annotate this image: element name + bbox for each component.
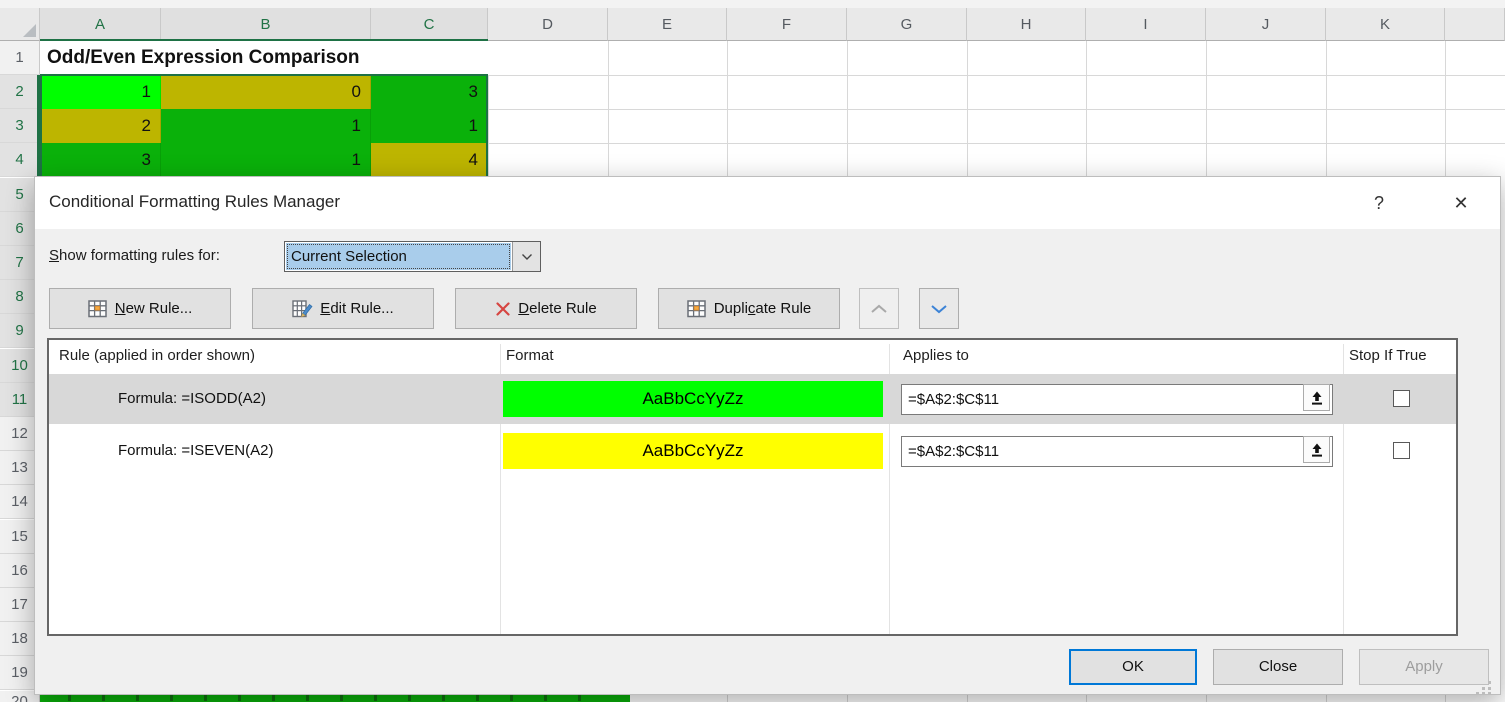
edit-rule-pencil-icon	[292, 300, 313, 318]
gridline	[727, 695, 728, 702]
ok-button[interactable]: OK	[1069, 649, 1197, 685]
resize-grip-dots-icon	[1475, 680, 1493, 695]
column-header-g[interactable]: G	[847, 8, 967, 41]
gridline	[847, 41, 848, 176]
row-header-4[interactable]: 4	[0, 143, 40, 177]
cell-a1-title[interactable]: Odd/Even Expression Comparison	[40, 41, 600, 75]
apply-button[interactable]: Apply	[1359, 649, 1489, 685]
column-header-f[interactable]: F	[727, 8, 847, 41]
rule-row-iseven[interactable]: Formula: =ISEVEN(A2) AaBbCcYyZz	[49, 426, 1456, 476]
new-rule-label: New Rule...	[115, 300, 193, 317]
applies-to-input[interactable]	[901, 384, 1333, 415]
dialog-title: Conditional Formatting Rules Manager	[49, 192, 340, 212]
gridline	[727, 41, 728, 176]
row-header-3[interactable]: 3	[0, 109, 40, 143]
collapse-dialog-arrow-icon	[1309, 390, 1325, 406]
column-header-applies-to: Applies to	[903, 340, 969, 372]
conditional-formatting-rules-manager-dialog: Conditional Formatting Rules Manager ? ✕…	[34, 176, 1501, 695]
gridline	[1445, 695, 1446, 702]
column-header-j[interactable]: J	[1206, 8, 1326, 41]
gridline	[1445, 41, 1446, 176]
gridline	[1086, 41, 1087, 176]
gridline	[1206, 695, 1207, 702]
show-rules-for-dropdown[interactable]: Current Selection	[284, 241, 541, 272]
label-text: how formatting rules for:	[59, 247, 220, 264]
row-header-1[interactable]: 1	[0, 41, 40, 75]
delete-rule-button[interactable]: Delete Rule	[455, 288, 637, 329]
dropdown-value: Current Selection	[286, 243, 511, 270]
stop-if-true-checkbox[interactable]	[1393, 442, 1410, 459]
new-rule-grid-icon	[88, 300, 108, 318]
rule-row-isodd[interactable]: Formula: =ISODD(A2) AaBbCcYyZz	[49, 374, 1456, 424]
applies-to-input[interactable]	[901, 436, 1333, 467]
mnemonic: S	[49, 247, 59, 264]
move-rule-down-button[interactable]	[919, 288, 959, 329]
duplicate-rule-label: Duplicate Rule	[714, 300, 812, 317]
column-header-d[interactable]: D	[488, 8, 608, 41]
column-header-k[interactable]: K	[1326, 8, 1445, 41]
gridline	[967, 41, 968, 176]
column-header-c[interactable]: C	[371, 8, 488, 41]
edit-rule-button[interactable]: Edit Rule...	[252, 288, 434, 329]
delete-rule-label: Delete Rule	[518, 300, 596, 317]
close-icon[interactable]: ✕	[1445, 188, 1477, 218]
range-picker-button[interactable]	[1303, 436, 1330, 463]
column-header-format: Format	[506, 340, 554, 372]
row-header-2[interactable]: 2	[0, 75, 40, 109]
rules-list: Rule (applied in order shown) Format App…	[47, 338, 1458, 636]
rule-description: Formula: =ISODD(A2)	[118, 374, 266, 424]
column-header-rule: Rule (applied in order shown)	[59, 340, 255, 372]
edit-rule-label: Edit Rule...	[320, 300, 393, 317]
column-header-e[interactable]: E	[608, 8, 727, 41]
format-preview-swatch: AaBbCcYyZz	[503, 433, 883, 469]
format-preview-swatch: AaBbCcYyZz	[503, 381, 883, 417]
show-rules-for-label: Show formatting rules for:	[49, 247, 220, 264]
new-rule-button[interactable]: New Rule...	[49, 288, 231, 329]
chevron-up-icon	[870, 304, 888, 314]
dropdown-arrow-button[interactable]	[512, 242, 540, 271]
column-header-i[interactable]: I	[1086, 8, 1206, 41]
column-header-partial[interactable]	[1445, 8, 1505, 41]
chevron-down-icon	[930, 304, 948, 314]
row20-text-marks	[52, 695, 612, 701]
column-header-stop-if-true: Stop If True	[1349, 340, 1427, 372]
stop-if-true-checkbox[interactable]	[1393, 390, 1410, 407]
gridline	[1086, 695, 1087, 702]
duplicate-rule-button[interactable]: Duplicate Rule	[658, 288, 840, 329]
column-header-h[interactable]: H	[967, 8, 1086, 41]
gridline	[967, 695, 968, 702]
top-strip	[0, 0, 1505, 8]
selection-border	[40, 74, 488, 176]
gridline	[847, 695, 848, 702]
gridline	[1206, 41, 1207, 176]
delete-x-icon	[495, 301, 511, 317]
chevron-down-icon	[521, 253, 533, 261]
column-header-a[interactable]: A	[40, 8, 161, 41]
collapse-dialog-arrow-icon	[1309, 442, 1325, 458]
gridline	[1326, 41, 1327, 176]
duplicate-rule-grid-icon	[687, 300, 707, 318]
column-header-b[interactable]: B	[161, 8, 371, 41]
gridline	[1326, 695, 1327, 702]
excel-window: A B C D E F G H I J K 1 2 3 4 5 6 7 8 9 …	[0, 0, 1505, 702]
select-all-triangle-icon	[23, 24, 36, 37]
gridline	[608, 41, 609, 176]
close-button[interactable]: Close	[1213, 649, 1343, 685]
move-rule-up-button[interactable]	[859, 288, 899, 329]
rule-description: Formula: =ISEVEN(A2)	[118, 426, 273, 476]
range-picker-button[interactable]	[1303, 384, 1330, 411]
help-button[interactable]: ?	[1363, 188, 1395, 218]
select-all-corner[interactable]	[0, 8, 40, 41]
selected-columns-underline	[40, 39, 488, 41]
resize-grip[interactable]	[1475, 680, 1493, 695]
